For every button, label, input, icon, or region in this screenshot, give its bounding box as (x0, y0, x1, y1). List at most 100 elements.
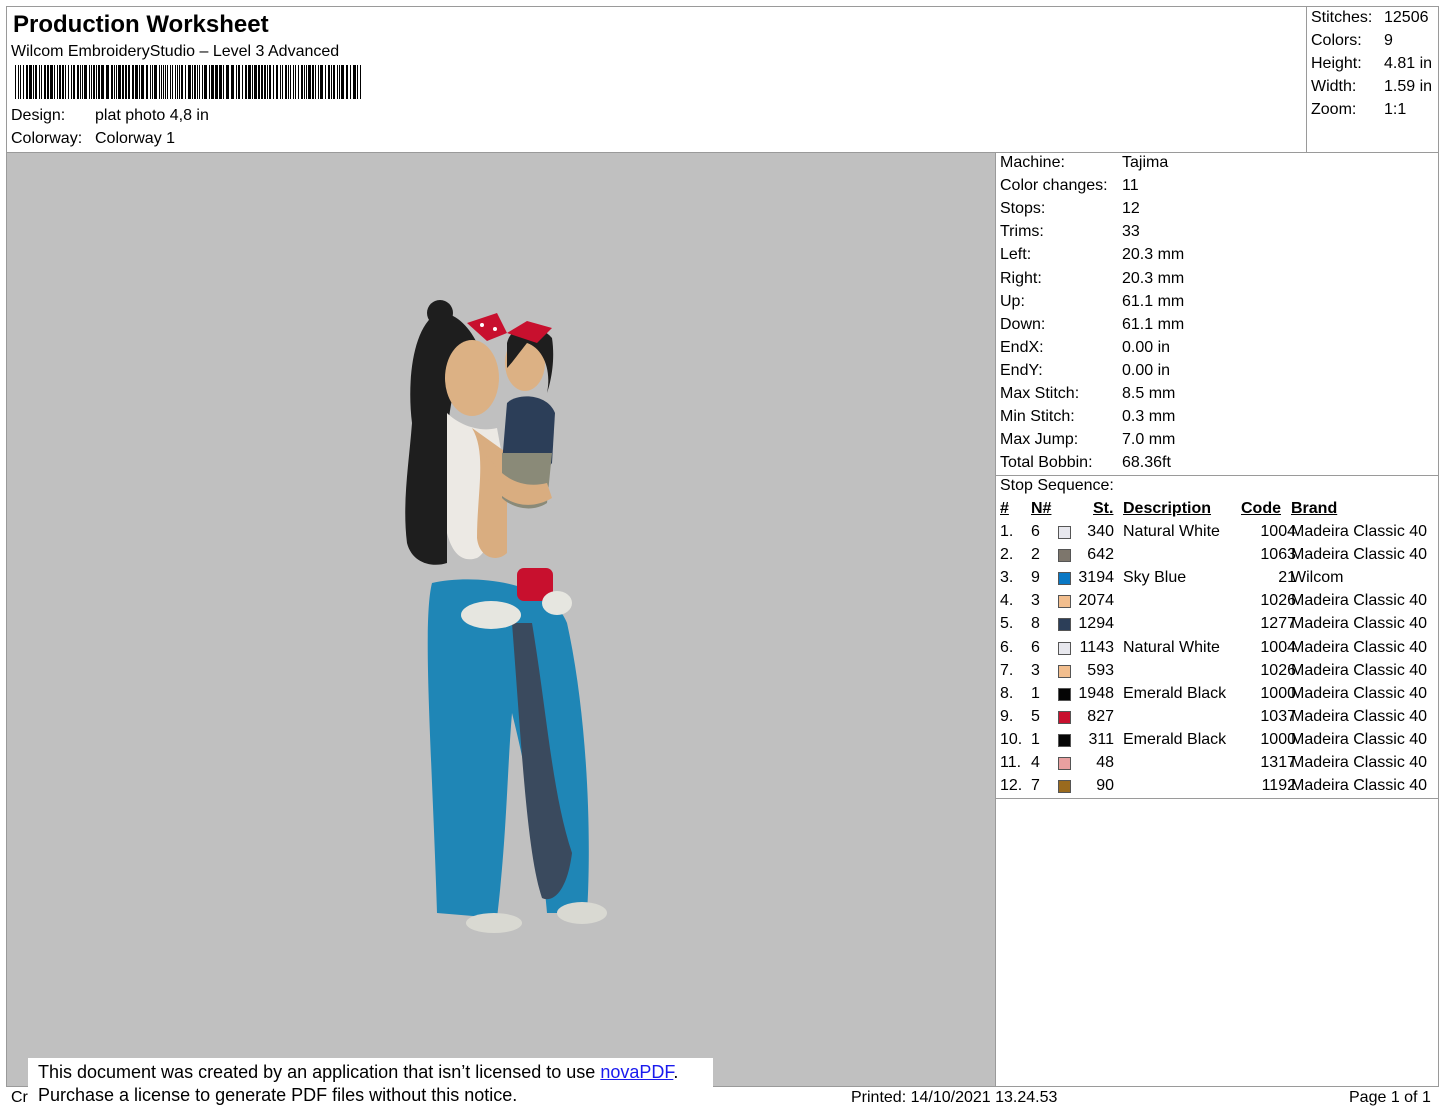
license-notice: This document was created by an applicat… (28, 1058, 713, 1114)
barcode-bar (159, 65, 160, 99)
stitch-count: 642 (1087, 546, 1114, 564)
notice-text: This document was created by an applicat… (38, 1062, 601, 1082)
mother-shoe-right (557, 902, 607, 924)
thread-description: Emerald Black (1123, 730, 1227, 748)
barcode-bar (360, 65, 361, 99)
stat-row: Height: 4.81 in (1311, 55, 1432, 73)
row-index: 3. (1000, 569, 1014, 587)
color-swatch (1058, 687, 1071, 701)
stat-value: 4.81 in (1384, 55, 1433, 72)
stitch-count: 48 (1096, 754, 1114, 771)
needle-number: 6 (1031, 638, 1040, 656)
barcode-bar (298, 65, 299, 99)
thread-brand: Madeira Classic 40 (1291, 546, 1428, 564)
table-row: 2. 2 642 1063 Madeira Classic 40 (996, 546, 1438, 569)
barcode-bar (84, 65, 87, 99)
color-swatch (1058, 549, 1071, 563)
barcode-bar (242, 65, 243, 99)
barcode-bar (346, 65, 348, 99)
child-shoe-left (461, 601, 521, 629)
barcode-bar (181, 65, 183, 99)
info-value: 7.0 mm (1122, 431, 1176, 449)
colorway-row: Colorway: Colorway 1 (11, 130, 175, 148)
color-swatch (1058, 710, 1071, 724)
row-index: 2. (1000, 546, 1014, 564)
barcode-bar (152, 65, 153, 99)
table-row: 7. 3 593 1026 Madeira Classic 40 (996, 662, 1438, 685)
barcode-bar (350, 65, 351, 99)
info-value: 12 (1122, 200, 1140, 218)
design-value: plat photo 4,8 in (95, 107, 209, 124)
barcode-bar (50, 65, 53, 99)
needle-number: 4 (1031, 754, 1040, 771)
stitch-count: 340 (1087, 523, 1114, 540)
machine-info-row: Down: 61.1 mm (1000, 316, 1184, 334)
table-row: 1. 6 340 Natural White 1004 Madeira Classic 4… (996, 523, 1438, 546)
barcode-bar (238, 65, 240, 99)
barcode-bar (197, 65, 198, 99)
barcode-bar (15, 65, 16, 99)
barcode-bar (128, 65, 130, 99)
colorway-label: Colorway: (11, 130, 83, 147)
col-header-num: # (1000, 500, 1009, 517)
machine-info-row: Total Bobbin: 68.36ft (1000, 454, 1171, 472)
needle-number: 1 (1031, 730, 1040, 748)
row-index: 6. (1000, 638, 1014, 656)
info-value: 33 (1122, 223, 1140, 241)
machine-info-row: Stops: 12 (1000, 200, 1140, 218)
barcode-bar (41, 65, 42, 99)
row-index: 12. (1000, 777, 1023, 795)
stitch-count: 1948 (1078, 684, 1114, 702)
barcode-bar (141, 65, 144, 99)
notice-period: . (673, 1062, 679, 1082)
barcode-bar (170, 65, 171, 99)
barcode-bar (54, 65, 55, 99)
barcode-bar (315, 65, 316, 99)
stat-label: Width: (1311, 78, 1357, 95)
novapdf-link[interactable]: novaPDF (600, 1062, 673, 1082)
info-label: Min Stitch: (1000, 408, 1075, 426)
barcode-bar (295, 65, 296, 99)
info-label: Down: (1000, 315, 1046, 333)
info-value: 20.3 mm (1122, 269, 1185, 287)
thread-description: Sky Blue (1123, 569, 1187, 587)
machine-info-row: Trims: 33 (1000, 223, 1140, 241)
barcode-bar (209, 65, 210, 99)
info-value: 0.00 in (1122, 361, 1171, 379)
thread-code: 1317 (1260, 754, 1296, 771)
barcode-bar (280, 65, 281, 99)
row-index: 9. (1000, 707, 1014, 725)
barcode-bar (167, 65, 168, 99)
needle-number: 5 (1031, 707, 1040, 725)
mother-face (445, 340, 499, 416)
stat-value: 12506 (1384, 9, 1429, 26)
col-header-stitches: St. (1093, 500, 1114, 517)
barcode-bar (177, 65, 178, 99)
barcode-bar (93, 65, 95, 99)
barcode-bar (320, 65, 323, 99)
barcode-bar (261, 65, 263, 99)
barcode-bar (226, 65, 229, 99)
barcode-bar (111, 65, 113, 99)
design-preview (6, 152, 996, 1087)
color-swatch (1058, 641, 1071, 655)
col-header-needle: N# (1031, 500, 1052, 517)
table-row: 10. 1 311 Emerald Black 1000 Madeira Classic … (996, 731, 1438, 754)
info-value: 68.36ft (1122, 454, 1171, 472)
thread-brand: Madeira Classic 40 (1291, 730, 1428, 748)
needle-number: 3 (1031, 592, 1040, 610)
barcode-bar (304, 65, 305, 99)
row-index: 1. (1000, 523, 1014, 540)
machine-info-row: Right: 20.3 mm (1000, 270, 1184, 288)
barcode-bar (236, 65, 237, 99)
barcode-bar (306, 65, 307, 99)
barcode-bar (114, 65, 115, 99)
machine-info-row: Up: 61.1 mm (1000, 293, 1184, 311)
notice-line-1: This document was created by an applicat… (38, 1061, 713, 1084)
barcode-bar (254, 65, 257, 99)
thread-code: 1026 (1260, 661, 1296, 679)
barcode-bar (328, 65, 330, 99)
row-index: 7. (1000, 661, 1014, 679)
machine-info-row: Machine: Tajima (1000, 154, 1168, 172)
color-swatch (1058, 572, 1071, 586)
